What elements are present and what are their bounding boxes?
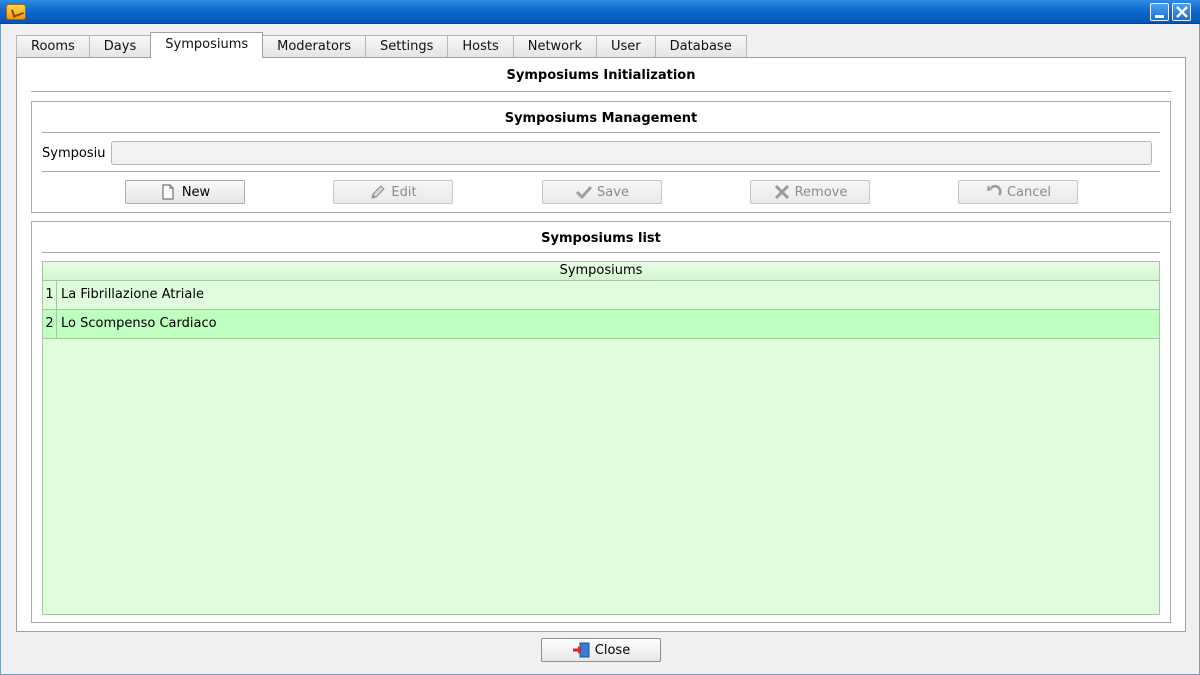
close-button[interactable]: Close <box>541 638 661 662</box>
row-name: La Fibrillazione Atriale <box>61 287 204 302</box>
page-title: Symposiums Initialization <box>506 68 696 83</box>
title-bar <box>0 0 1200 24</box>
divider <box>31 91 1171 92</box>
x-icon <box>773 184 791 200</box>
tab-symposiums[interactable]: Symposiums <box>150 32 264 58</box>
tab-days[interactable]: Days <box>88 35 152 58</box>
exit-door-icon <box>572 642 592 658</box>
close-window-button[interactable] <box>1172 3 1191 21</box>
cancel-button-label: Cancel <box>1006 184 1052 200</box>
tab-strip: Rooms Days Symposiums Moderators Setting… <box>16 32 747 58</box>
edit-button[interactable]: Edit <box>333 180 453 204</box>
pencil-icon <box>369 184 387 200</box>
tab-settings[interactable]: Settings <box>365 35 449 58</box>
tab-user[interactable]: User <box>596 35 656 58</box>
divider <box>42 171 1160 172</box>
row-number: 2 <box>43 310 57 338</box>
management-group: Symposiums Management Symposiu New Edit <box>31 101 1171 213</box>
tab-hosts[interactable]: Hosts <box>447 35 514 58</box>
close-button-label: Close <box>594 642 631 658</box>
table-row[interactable]: 2 Lo Scompenso Cardiaco <box>43 310 1159 339</box>
remove-button[interactable]: Remove <box>750 180 870 204</box>
table-row[interactable]: 1 La Fibrillazione Atriale <box>43 281 1159 310</box>
tab-panel-symposiums: Symposiums Initialization Symposiums Man… <box>16 57 1186 632</box>
edit-button-label: Edit <box>391 184 417 200</box>
minimize-button[interactable] <box>1150 3 1169 21</box>
window-client-area: Rooms Days Symposiums Moderators Setting… <box>0 24 1200 675</box>
column-header-symposiums[interactable]: Symposiums <box>43 262 1159 281</box>
undo-icon <box>985 184 1003 200</box>
cancel-button[interactable]: Cancel <box>958 180 1078 204</box>
row-name: Lo Scompenso Cardiaco <box>61 316 217 331</box>
symposiums-table[interactable]: Symposiums 1 La Fibrillazione Atriale 2 … <box>42 261 1160 615</box>
new-button[interactable]: New <box>125 180 245 204</box>
tab-network[interactable]: Network <box>512 35 598 58</box>
symposium-field-label: Symposiu <box>42 146 106 161</box>
divider <box>42 132 1160 133</box>
management-title: Symposiums Management <box>504 111 698 126</box>
app-icon <box>6 4 26 20</box>
close-icon <box>1176 6 1188 18</box>
document-icon <box>160 184 178 200</box>
symposium-name-input[interactable] <box>111 141 1152 165</box>
divider <box>42 252 1160 253</box>
tab-database[interactable]: Database <box>654 35 747 58</box>
save-button[interactable]: Save <box>542 180 662 204</box>
row-number: 1 <box>43 281 57 309</box>
save-button-label: Save <box>597 184 629 200</box>
tab-rooms[interactable]: Rooms <box>16 35 90 58</box>
tab-moderators[interactable]: Moderators <box>262 35 367 58</box>
new-button-label: New <box>181 184 211 200</box>
list-group: Symposiums list Symposiums 1 La Fibrilla… <box>31 221 1171 623</box>
remove-button-label: Remove <box>794 184 848 200</box>
checkmark-icon <box>575 184 593 200</box>
list-title: Symposiums list <box>541 231 661 246</box>
